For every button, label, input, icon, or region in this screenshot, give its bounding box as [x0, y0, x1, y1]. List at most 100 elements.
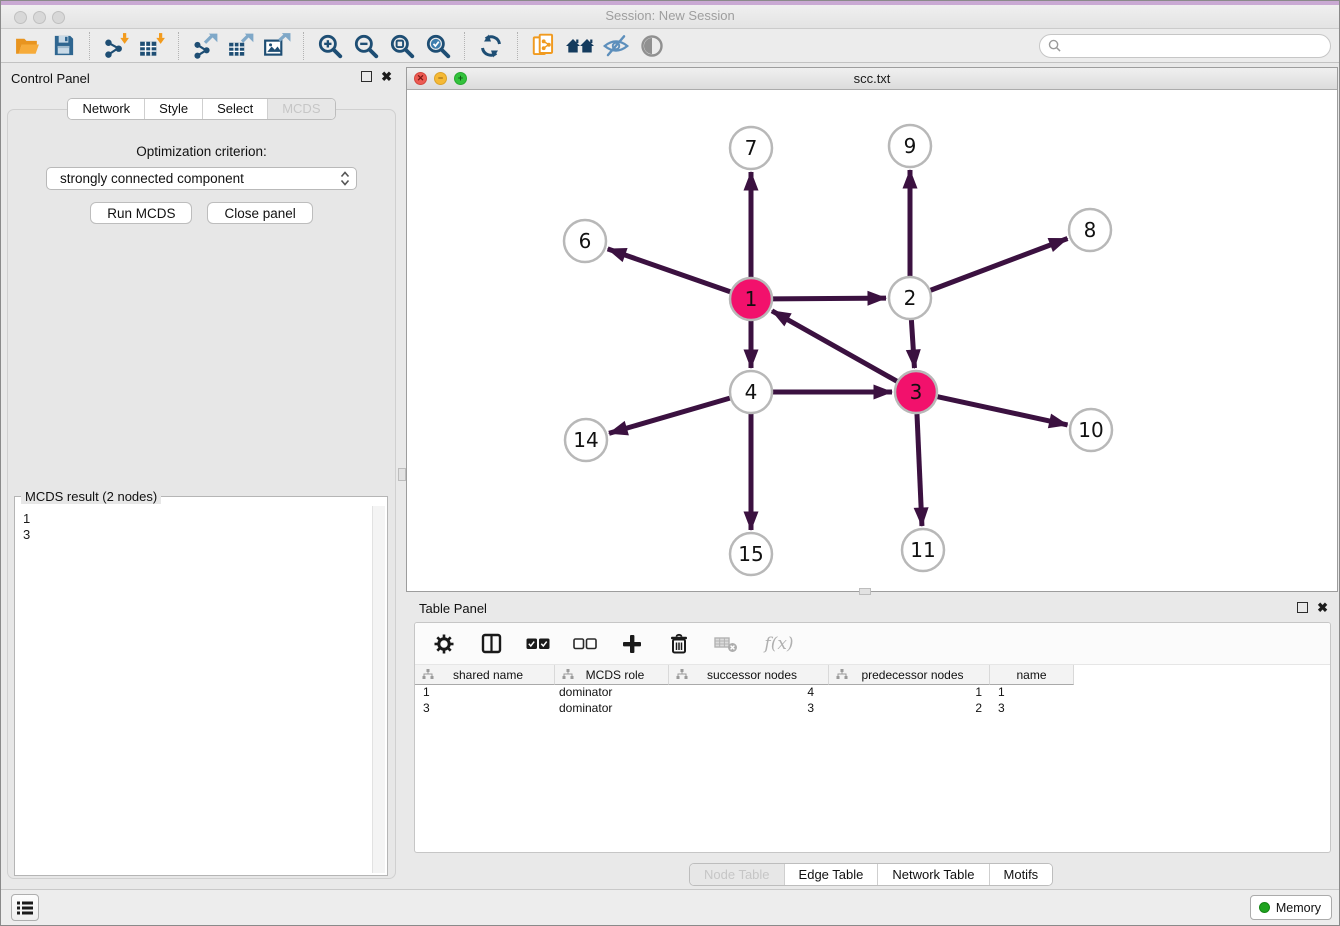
float-table-panel-icon[interactable]: [1297, 602, 1308, 613]
close-panel-button[interactable]: Close panel: [207, 202, 312, 224]
graph-node-10[interactable]: 10: [1070, 409, 1112, 451]
cell-predecessor-nodes: 1: [829, 685, 990, 701]
show-home-neighbors-button[interactable]: [562, 31, 598, 61]
network-minimize-button[interactable]: −: [434, 72, 447, 85]
export-table-button[interactable]: [223, 31, 259, 61]
toolbar-separator: [464, 32, 465, 60]
task-history-button[interactable]: [11, 894, 39, 921]
export-network-button[interactable]: [187, 31, 223, 61]
delete-table-button[interactable]: [714, 631, 738, 657]
maximize-window-button[interactable]: [52, 11, 65, 24]
column-header-mcds-role[interactable]: MCDS role: [555, 665, 669, 685]
graph-node-label: 6: [579, 229, 592, 253]
graph-edge-3-10[interactable]: [937, 397, 1067, 425]
graph-edge-2-8[interactable]: [931, 238, 1068, 290]
trash-icon: [669, 633, 689, 654]
unselect-all-columns-button[interactable]: [573, 631, 597, 657]
table-row[interactable]: 1 dominator 4 1 1: [415, 685, 1330, 701]
graph-edge-3-11[interactable]: [917, 414, 922, 526]
zoom-out-button[interactable]: [348, 31, 384, 61]
horizontal-splitter-handle[interactable]: [859, 588, 871, 595]
zoom-selected-button[interactable]: [420, 31, 456, 61]
hide-selected-button[interactable]: [598, 31, 634, 61]
delete-column-button[interactable]: [667, 631, 691, 657]
table-row[interactable]: 3 dominator 3 2 3: [415, 701, 1330, 717]
graph-edge-3-1[interactable]: [772, 311, 897, 381]
network-maximize-button[interactable]: +: [454, 72, 467, 85]
add-column-button[interactable]: [620, 631, 644, 657]
float-panel-icon[interactable]: [361, 71, 372, 82]
minimize-window-button[interactable]: [33, 11, 46, 24]
graph-edge-1-2[interactable]: [773, 298, 886, 299]
close-window-button[interactable]: [14, 11, 27, 24]
graph-node-14[interactable]: 14: [565, 419, 607, 461]
graph-node-label: 3: [910, 380, 923, 404]
column-header-predecessor-nodes[interactable]: predecessor nodes: [829, 665, 990, 685]
graph-node-label: 11: [910, 538, 935, 562]
import-table-button[interactable]: [134, 31, 170, 61]
eye-slash-icon: [602, 32, 630, 60]
tree-icon: [422, 669, 434, 680]
zoom-in-button[interactable]: [312, 31, 348, 61]
show-graphics-details-button[interactable]: [634, 31, 670, 61]
import-network-button[interactable]: [98, 31, 134, 61]
vertical-splitter-handle[interactable]: [398, 468, 406, 481]
criterion-dropdown[interactable]: strongly connected component: [46, 167, 357, 190]
search-icon: [1048, 39, 1061, 52]
column-header-shared-name[interactable]: shared name: [415, 665, 555, 685]
graph-node-label: 14: [573, 428, 598, 452]
graph-node-9[interactable]: 9: [889, 125, 931, 167]
memory-button[interactable]: Memory: [1250, 895, 1332, 920]
tab-style[interactable]: Style: [144, 99, 202, 119]
cell-predecessor-nodes: 2: [829, 701, 990, 717]
graph-node-1[interactable]: 1: [730, 278, 772, 320]
tab-select[interactable]: Select: [202, 99, 267, 119]
graph-node-7[interactable]: 7: [730, 127, 772, 169]
graph-edge-4-14[interactable]: [609, 398, 730, 433]
result-scrollbar[interactable]: [372, 506, 385, 873]
network-close-button[interactable]: ✕: [414, 72, 427, 85]
save-session-button[interactable]: [45, 31, 81, 61]
graph-node-4[interactable]: 4: [730, 371, 772, 413]
tab-edge-table[interactable]: Edge Table: [784, 864, 878, 885]
close-table-panel-icon[interactable]: ✖: [1317, 602, 1328, 613]
tab-network[interactable]: Network: [68, 99, 144, 119]
tab-motifs[interactable]: Motifs: [989, 864, 1053, 885]
split-columns-icon: [481, 633, 502, 654]
graph-edge-2-3[interactable]: [911, 320, 914, 368]
apply-layout-button[interactable]: [473, 31, 509, 61]
clone-network-button[interactable]: [526, 31, 562, 61]
graph-node-2[interactable]: 2: [889, 277, 931, 319]
graph-node-label: 2: [904, 286, 917, 310]
mcds-result-text[interactable]: 1 3: [17, 506, 371, 873]
select-all-columns-button[interactable]: [526, 631, 550, 657]
zoom-fit-button[interactable]: [384, 31, 420, 61]
export-image-button[interactable]: [259, 31, 295, 61]
graph-edge-1-6[interactable]: [608, 249, 731, 292]
column-header-name[interactable]: name: [990, 665, 1074, 685]
open-file-button[interactable]: [9, 31, 45, 61]
zoom-selected-icon: [424, 32, 452, 60]
tab-node-table[interactable]: Node Table: [690, 864, 784, 885]
import-table-icon: [138, 32, 166, 60]
cell-shared-name: 1: [415, 685, 555, 701]
switch-column-view-button[interactable]: [479, 631, 503, 657]
graph-node-8[interactable]: 8: [1069, 209, 1111, 251]
network-canvas[interactable]: 7 9 6 8 1 2 4 3 14 10 15 11: [407, 90, 1337, 591]
graph-node-11[interactable]: 11: [902, 529, 944, 571]
run-mcds-button[interactable]: Run MCDS: [90, 202, 192, 224]
control-panel: Control Panel ✖ Network Style Select MCD…: [5, 67, 398, 889]
graph-node-3[interactable]: 3: [895, 371, 937, 413]
cell-shared-name: 3: [415, 701, 555, 717]
close-panel-icon[interactable]: ✖: [381, 71, 392, 82]
tab-network-table[interactable]: Network Table: [877, 864, 988, 885]
search-box[interactable]: [1039, 34, 1331, 58]
graph-node-label: 15: [738, 542, 763, 566]
graph-node-15[interactable]: 15: [730, 533, 772, 575]
graph-node-6[interactable]: 6: [564, 220, 606, 262]
function-builder-button[interactable]: f(x): [761, 631, 797, 657]
column-header-successor-nodes[interactable]: successor nodes: [669, 665, 829, 685]
tab-mcds[interactable]: MCDS: [267, 99, 334, 119]
search-input[interactable]: [1066, 39, 1322, 53]
settings-button[interactable]: [432, 631, 456, 657]
